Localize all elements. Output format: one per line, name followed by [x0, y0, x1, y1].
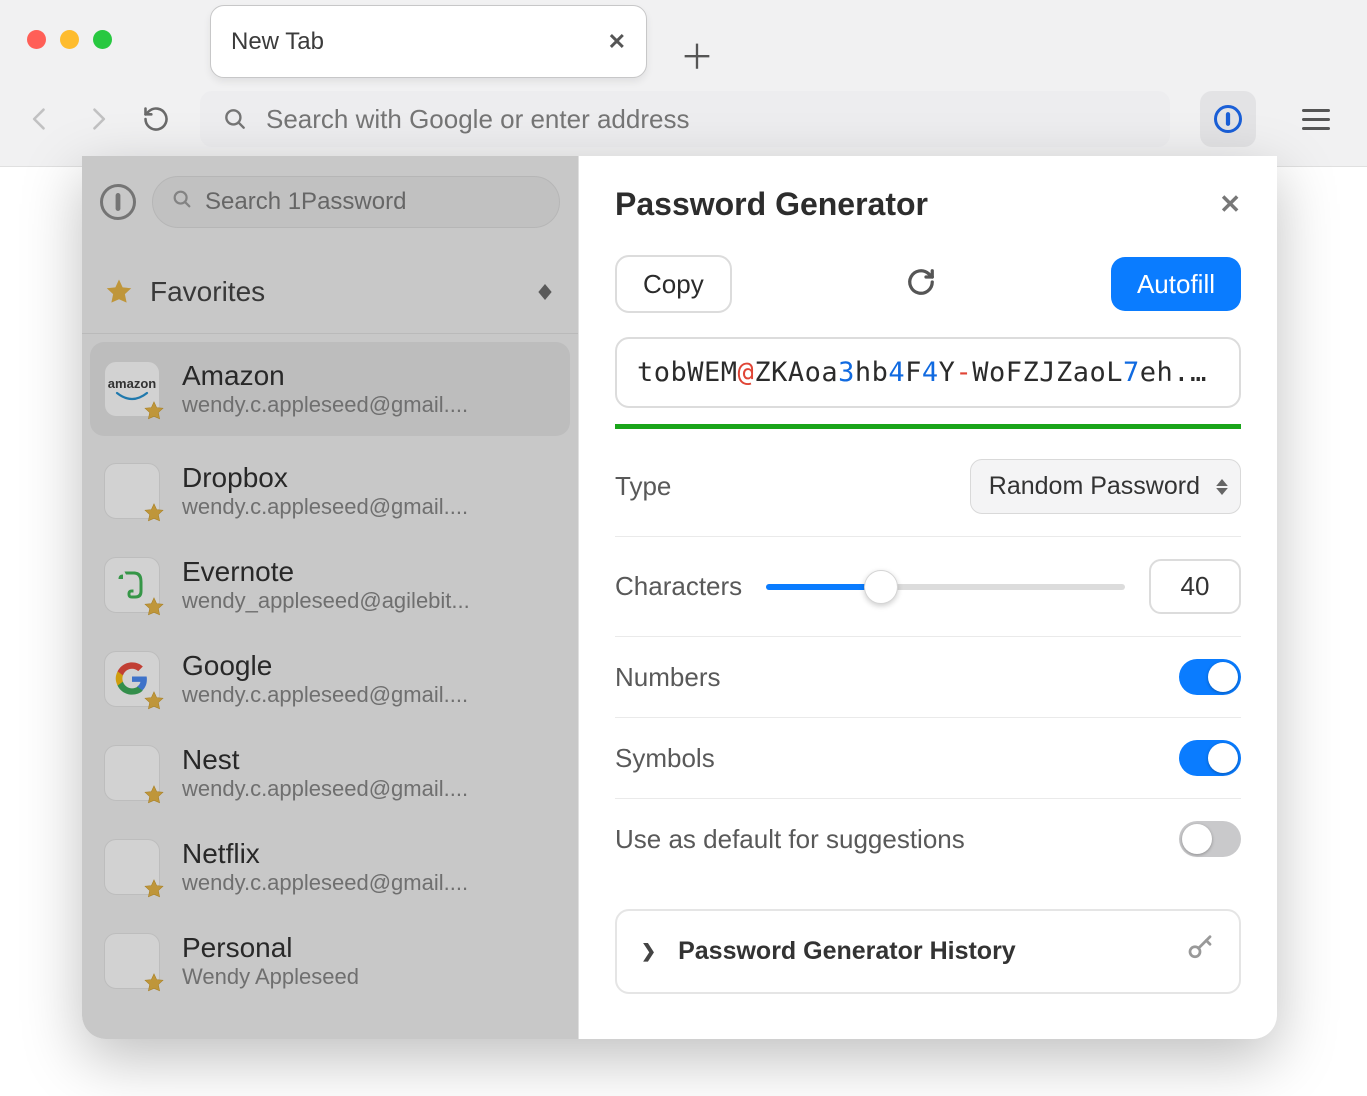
- item-logo-icon: n: [104, 745, 160, 801]
- list-item[interactable]: Evernotewendy_appleseed@agilebit...: [82, 538, 578, 632]
- default-row: Use as default for suggestions: [615, 799, 1241, 879]
- password-generator-pane: Password Generator ✕ Copy Autofill tobWE…: [579, 156, 1277, 1039]
- item-title: Personal: [182, 932, 359, 964]
- list-item[interactable]: PersonalWendy Appleseed: [82, 914, 578, 1008]
- window-close-button[interactable]: [27, 30, 46, 49]
- generated-password-field[interactable]: tobWEM@ZKAoa3hb4F4Y-WoFZJZaoL7eh...: [615, 337, 1241, 408]
- chevron-right-icon: ❯: [641, 941, 656, 962]
- numbers-label: Numbers: [615, 662, 720, 693]
- browser-toolbar: [0, 84, 1367, 154]
- item-logo-icon: [104, 557, 160, 613]
- item-logo-icon: N: [104, 839, 160, 895]
- favorite-star-icon: [143, 596, 165, 618]
- item-title: Nest: [182, 744, 468, 776]
- type-row: Type Random Password: [615, 437, 1241, 537]
- history-label: Password Generator History: [678, 937, 1016, 966]
- slider-thumb[interactable]: [864, 570, 898, 604]
- length-value[interactable]: 40: [1149, 559, 1241, 614]
- sidebar-header: [82, 156, 578, 250]
- star-icon: [104, 277, 134, 307]
- type-label: Type: [615, 471, 671, 502]
- type-value: Random Password: [989, 472, 1200, 500]
- favorite-star-icon: [143, 690, 165, 712]
- password-strength-bar: [615, 424, 1241, 429]
- characters-row: Characters 40: [615, 537, 1241, 637]
- list-item[interactable]: Dropboxwendy.c.appleseed@gmail....: [82, 444, 578, 538]
- item-subtitle: wendy.c.appleseed@gmail....: [182, 776, 468, 802]
- key-icon: [1185, 933, 1215, 970]
- item-title: Evernote: [182, 556, 470, 588]
- item-subtitle: wendy.c.appleseed@gmail....: [182, 682, 468, 708]
- window-zoom-button[interactable]: [93, 30, 112, 49]
- characters-label: Characters: [615, 571, 742, 602]
- new-tab-button[interactable]: ＋: [680, 30, 714, 79]
- favorites-list: amazonAmazonwendy.c.appleseed@gmail....D…: [82, 334, 578, 1008]
- list-item[interactable]: amazon Amazonwendy.c.appleseed@gmail....: [90, 342, 570, 436]
- browser-tab[interactable]: New Tab ✕: [210, 5, 647, 78]
- item-subtitle: wendy.c.appleseed@gmail....: [182, 494, 468, 520]
- symbols-row: Symbols: [615, 718, 1241, 799]
- reload-icon[interactable]: [142, 105, 170, 133]
- item-logo-icon: [104, 463, 160, 519]
- address-bar[interactable]: [200, 91, 1170, 147]
- item-subtitle: wendy.c.appleseed@gmail....: [182, 392, 468, 418]
- length-slider[interactable]: [766, 584, 1125, 590]
- onepassword-logo-icon[interactable]: [100, 184, 136, 220]
- list-item[interactable]: Googlewendy.c.appleseed@gmail....: [82, 632, 578, 726]
- sidebar: Favorites amazonAmazonwendy.c.appleseed@…: [82, 156, 579, 1039]
- search-icon: [171, 188, 193, 217]
- favorites-header[interactable]: Favorites: [82, 250, 578, 334]
- item-logo-icon: [104, 933, 160, 989]
- item-logo-icon: [104, 651, 160, 707]
- item-subtitle: Wendy Appleseed: [182, 964, 359, 990]
- history-button[interactable]: ❯ Password Generator History: [615, 909, 1241, 994]
- forward-icon[interactable]: [84, 105, 112, 133]
- chevron-updown-icon: [538, 284, 552, 300]
- chevron-updown-icon: [1216, 479, 1228, 495]
- onepassword-panel: Favorites amazonAmazonwendy.c.appleseed@…: [82, 156, 1277, 1039]
- favorite-star-icon: [143, 400, 165, 422]
- favorite-star-icon: [143, 972, 165, 994]
- page-title: Password Generator: [615, 186, 928, 223]
- item-logo-icon: amazon: [104, 361, 160, 417]
- search-input[interactable]: [205, 188, 541, 216]
- onepassword-extension-button[interactable]: [1200, 91, 1256, 147]
- default-label: Use as default for suggestions: [615, 824, 965, 855]
- section-title: Favorites: [150, 276, 265, 308]
- favorite-star-icon: [143, 502, 165, 524]
- item-title: Google: [182, 650, 468, 682]
- list-item[interactable]: n Nestwendy.c.appleseed@gmail....: [82, 726, 578, 820]
- numbers-row: Numbers: [615, 637, 1241, 718]
- back-icon[interactable]: [26, 105, 54, 133]
- search-icon: [222, 106, 248, 132]
- regenerate-icon[interactable]: [906, 267, 936, 302]
- item-subtitle: wendy_appleseed@agilebit...: [182, 588, 470, 614]
- favorite-star-icon: [143, 878, 165, 900]
- item-title: Amazon: [182, 360, 468, 392]
- autofill-button[interactable]: Autofill: [1111, 257, 1241, 311]
- symbols-toggle[interactable]: [1179, 740, 1241, 776]
- list-item[interactable]: N Netflixwendy.c.appleseed@gmail....: [82, 820, 578, 914]
- type-select[interactable]: Random Password: [970, 459, 1241, 514]
- item-subtitle: wendy.c.appleseed@gmail....: [182, 870, 468, 896]
- close-icon[interactable]: ✕: [1219, 189, 1241, 220]
- window-minimize-button[interactable]: [60, 30, 79, 49]
- symbols-label: Symbols: [615, 743, 715, 774]
- copy-button[interactable]: Copy: [615, 255, 732, 313]
- item-title: Dropbox: [182, 462, 468, 494]
- favorite-star-icon: [143, 784, 165, 806]
- browser-chrome: New Tab ✕ ＋: [0, 0, 1367, 167]
- close-tab-icon[interactable]: ✕: [608, 29, 626, 55]
- numbers-toggle[interactable]: [1179, 659, 1241, 695]
- item-title: Netflix: [182, 838, 468, 870]
- traffic-lights: [27, 30, 112, 49]
- tab-title: New Tab: [231, 28, 324, 56]
- menu-icon[interactable]: [1302, 109, 1330, 130]
- default-toggle[interactable]: [1179, 821, 1241, 857]
- address-input[interactable]: [266, 104, 1148, 135]
- search-field[interactable]: [152, 176, 560, 228]
